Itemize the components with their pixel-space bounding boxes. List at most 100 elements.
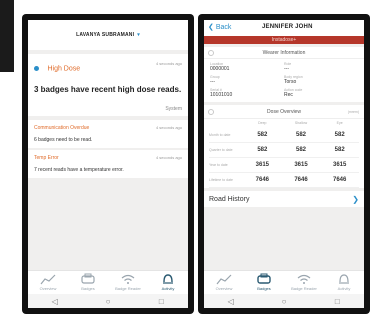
alert-time: 4 seconds ago [155,155,182,160]
tab-badge-reader[interactable]: Badge Reader [286,273,322,291]
alerts-screen: LAVANYA SUBRAMANI ▾ High Dose 4 seconds … [28,20,188,308]
road-history-label: Road History [209,195,250,203]
field-value: Torso [284,79,297,85]
user-name: LAVANYA SUBRAMANI [76,32,135,38]
tab-badges[interactable]: Badges [246,273,282,291]
column-header: Shallow [294,121,308,125]
dose-unit: (mrem) [347,110,359,114]
radiation-icon [208,109,214,115]
unread-dot-icon [34,66,39,72]
product-banner: Instadose+ [204,36,364,44]
chevron-down-icon[interactable]: ▾ [137,32,140,38]
alert-source: System [165,106,182,112]
chart-line-icon [40,274,56,285]
alert-body: 6 badges need to be read. [34,137,93,143]
background-strip [0,0,14,72]
table-row: Lifetime to date 7646 7646 7646 [209,173,359,188]
dose-value: 7646 [332,177,347,183]
nav-recents-icon[interactable]: □ [157,297,166,306]
tab-activity[interactable]: Activity [326,273,362,291]
bottom-tab-bar: Overview Badges Badge Reader Activity [204,270,364,294]
person-icon [208,50,214,56]
tab-label: Badges [81,286,95,291]
wifi-icon [297,274,311,284]
field-role: Role --- [284,62,358,72]
dose-value: 7646 [294,177,308,183]
column-header: Deep [258,121,267,125]
field-action-code: Action code Rec [284,88,358,98]
row-label: Lifetime to date [209,178,233,182]
dose-value: 582 [257,132,268,138]
tab-label: Badge Reader [115,286,141,291]
phone-alerts: LAVANYA SUBRAMANI ▾ High Dose 4 seconds … [22,14,194,314]
field-value: 0000001 [210,66,230,72]
dose-overview-section: Dose Overview (mrem) Deep Shallow Eye Mo… [204,105,364,188]
alert-body: 3 badges have recent high dose reads. [34,85,182,94]
alert-card-high-dose[interactable]: High Dose 4 seconds ago 3 badges have re… [28,54,188,116]
android-nav-bar: ◁ ○ □ [204,294,364,308]
chevron-right-icon: ❯ [352,194,359,204]
dose-value: 582 [334,147,345,153]
alert-time: 4 seconds ago [155,61,182,66]
tab-badge-reader[interactable]: Badge Reader [110,273,146,291]
tab-activity[interactable]: Activity [150,273,186,291]
dose-value: 582 [334,132,345,138]
field-value: 10101010 [210,92,233,98]
page-title: JENNIFER JOHN [262,24,313,30]
nav-recents-icon[interactable]: □ [333,297,342,306]
tab-label: Activity [161,286,175,291]
table-row: Month to date 582 582 582 [209,128,359,143]
road-history-row[interactable]: Road History ❯ [204,191,364,207]
dose-value: 582 [295,147,306,153]
dose-value: 3615 [255,162,269,168]
dose-value: 582 [295,132,306,138]
tab-label: Activity [337,286,351,291]
nav-back-icon[interactable]: ◁ [226,297,235,306]
table-row: Quarter to date 582 582 582 [209,143,359,158]
activity-icon [339,274,349,284]
field-value: --- [210,79,215,85]
alerts-header[interactable]: LAVANYA SUBRAMANI ▾ [28,20,188,50]
tab-label: Overview [215,286,233,291]
field-group: Group --- [210,75,284,85]
field-value: --- [284,66,289,72]
tab-badges[interactable]: Badges [70,273,106,291]
alert-card-communication[interactable]: Communication Overdue 4 seconds ago 6 ba… [28,120,188,148]
dose-overview-header: Dose Overview (mrem) [204,105,364,119]
android-nav-bar: ◁ ○ □ [28,294,188,308]
wearer-header: ❮ Back JENNIFER JOHN [204,20,364,36]
dose-value: 3615 [294,162,308,168]
alert-card-temp-error[interactable]: Temp Error 4 seconds ago 7 recent reads … [28,150,188,178]
field-body-region: Body region Torso [284,75,358,85]
tab-label: Badges [257,286,271,291]
row-label: Quarter to date [209,148,233,152]
nav-home-icon[interactable]: ○ [279,297,288,306]
tab-overview[interactable]: Overview [30,273,66,291]
dose-value: 582 [257,147,268,153]
nav-back-icon[interactable]: ◁ [50,297,59,306]
bottom-tab-bar: Overview Badges Badge Reader Activity [28,270,188,294]
wearer-info-section: Wearer Information Location 0000001 Role -… [204,47,364,102]
tab-overview[interactable]: Overview [206,273,242,291]
activity-icon [163,274,173,284]
alert-title: High Dose [47,65,81,73]
wearer-screen: ❮ Back JENNIFER JOHN Instadose+ Wearer I… [204,20,364,308]
dose-table: Deep Shallow Eye Month to date 582 582 5… [204,119,364,188]
tab-label: Badge Reader [291,286,317,291]
wifi-icon [121,274,135,284]
table-row: Year to date 3615 3615 3615 [209,158,359,173]
row-label: Month to date [209,133,231,137]
row-label: Year to date [209,163,228,167]
dose-value: 3615 [332,162,347,168]
nav-home-icon[interactable]: ○ [103,297,112,306]
wearer-info-header: Wearer Information [204,47,364,59]
badge-icon [81,273,95,284]
tab-label: Overview [39,286,57,291]
wearer-info-grid: Location 0000001 Role --- Group --- Body re… [204,59,364,102]
back-button[interactable]: ❮ Back [208,23,231,31]
field-location: Location 0000001 [210,62,284,72]
field-value: Rec [284,92,293,98]
screenshot-stage: LAVANYA SUBRAMANI ▾ High Dose 4 seconds … [0,0,378,316]
back-label: Back [215,24,232,31]
field-serial: Serial #10101010 [210,88,284,98]
